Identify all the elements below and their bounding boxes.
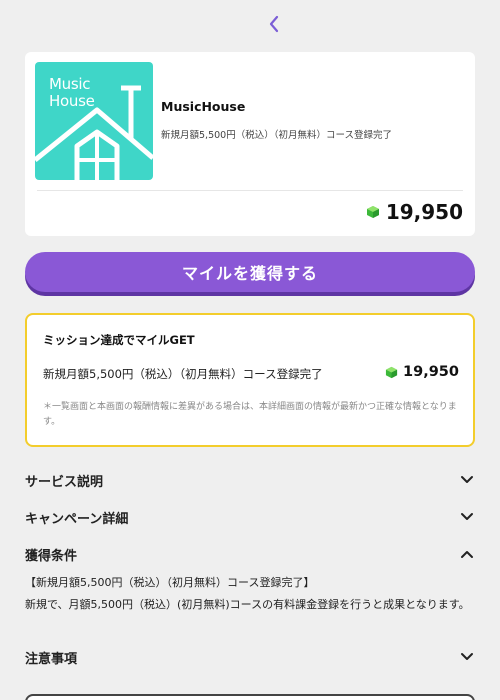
conditions-heading: 【新規月額5,500円（税込）（初月無料）コース登録完了】 [25, 576, 315, 589]
section-title: キャンペーン詳細 [25, 511, 129, 527]
offer-detail-page: Music House MusicHouse 新規月額5,500円（税込）（初月… [0, 0, 500, 700]
offer-points-amount: 19,950 [385, 200, 463, 224]
green-gem-icon [366, 206, 379, 218]
chevron-down-icon [461, 513, 473, 520]
mission-row-label: 新規月額5,500円（税込）（初月無料）コース登録完了 [43, 367, 323, 381]
back-button[interactable] [264, 12, 284, 36]
mission-points-amount: 19,950 [403, 364, 459, 380]
chevron-down-icon [461, 653, 473, 660]
mission-title: ミッション達成でマイルGET [43, 333, 195, 347]
section-title: サービス説明 [25, 474, 104, 490]
mission-note: ＊一覧画面と本画面の報酬情報に差異がある場合は、本詳細画面の情報が最新かつ正確な… [43, 402, 457, 427]
offer-card: Music House MusicHouse 新規月額5,500円（税込）（初月… [25, 52, 475, 236]
mission-box: ミッション達成でマイルGET 新規月額5,500円（税込）（初月無料）コース登録… [25, 313, 475, 447]
chevron-up-icon [461, 551, 473, 558]
bottom-partial-box [25, 694, 475, 700]
section-title: 獲得条件 [25, 548, 78, 564]
green-gem-icon [385, 366, 398, 378]
conditions-body: 新規で、月額5,500円（税込）(初月無料)コースの有料課金登録を行うと成果とな… [25, 598, 470, 611]
service-description: 新規月額5,500円（税込）（初月無料）コース登録完了 [161, 130, 392, 141]
thumbnail-logo-text: Music House [49, 75, 95, 110]
section-service-description[interactable]: サービス説明 [25, 469, 475, 491]
chevron-down-icon [461, 476, 473, 483]
mission-row-points: 19,950 [385, 364, 459, 380]
offer-points: 19,950 [366, 200, 463, 224]
section-conditions[interactable]: 獲得条件 [25, 543, 475, 565]
get-miles-button[interactable]: マイルを獲得する [25, 252, 475, 292]
card-divider [37, 190, 463, 191]
service-thumbnail: Music House [35, 62, 153, 180]
section-notes[interactable]: 注意事項 [25, 646, 475, 668]
service-name: MusicHouse [161, 99, 246, 114]
section-title: 注意事項 [25, 651, 78, 667]
chevron-left-icon [269, 15, 279, 33]
section-campaign-details[interactable]: キャンペーン詳細 [25, 506, 475, 528]
